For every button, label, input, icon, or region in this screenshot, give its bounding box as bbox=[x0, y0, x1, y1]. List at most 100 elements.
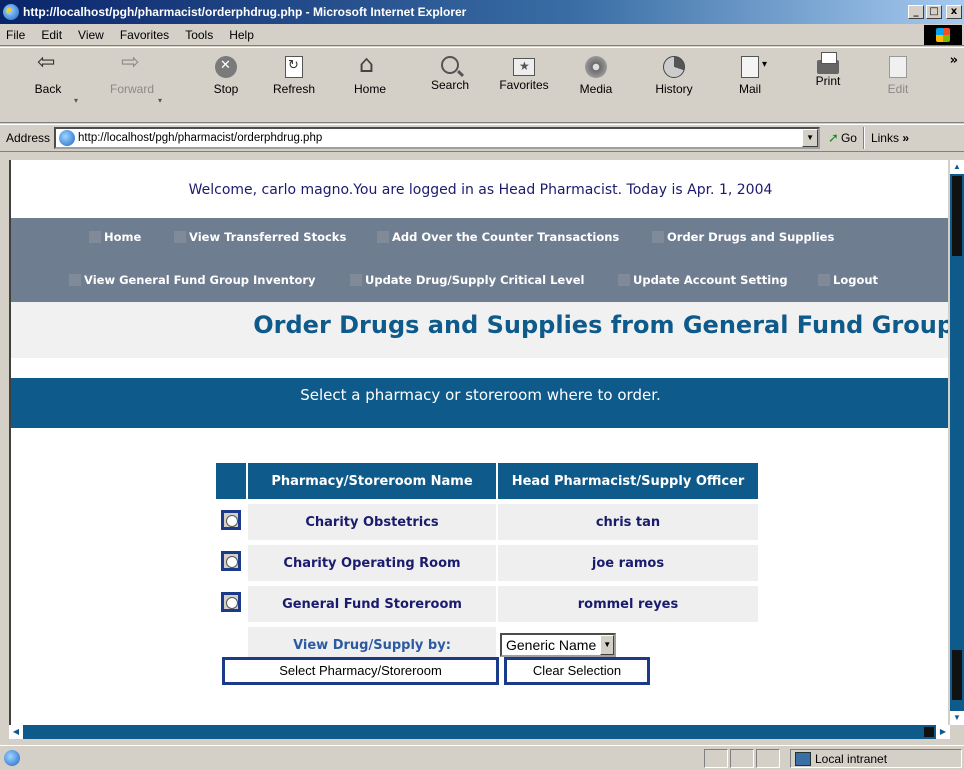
title-bar: http://localhost/pgh/pharmacist/orderphd… bbox=[0, 0, 964, 24]
table-row: Charity Operating Room joe ramos bbox=[216, 545, 758, 581]
close-button[interactable]: x bbox=[946, 5, 962, 19]
nav-logout[interactable]: Logout bbox=[818, 273, 878, 287]
nav-add-otc-transactions[interactable]: Add Over the Counter Transactions bbox=[377, 230, 619, 244]
window-controls: _ □ x bbox=[908, 5, 962, 19]
scroll-up-icon[interactable]: ▲ bbox=[950, 160, 964, 174]
history-button[interactable]: History bbox=[644, 52, 704, 120]
favorites-button[interactable]: Favorites bbox=[494, 52, 554, 120]
back-dropdown-icon[interactable]: ▾ bbox=[74, 96, 78, 105]
edit-button[interactable]: Edit bbox=[868, 52, 928, 120]
address-input[interactable]: http://localhost/pgh/pharmacist/orderphd… bbox=[54, 127, 821, 149]
scroll-left-icon[interactable]: ◀ bbox=[9, 725, 23, 739]
menu-favorites[interactable]: Favorites bbox=[112, 28, 177, 42]
back-button[interactable]: Back ▾ bbox=[18, 50, 78, 120]
refresh-label: Refresh bbox=[272, 82, 316, 96]
title-band: Order Drugs and Supplies from General Fu… bbox=[11, 302, 948, 358]
head-pharmacist-cell: joe ramos bbox=[496, 545, 758, 581]
print-button[interactable]: Print bbox=[798, 52, 858, 120]
stop-label: Stop bbox=[213, 82, 239, 96]
scroll-thumb[interactable] bbox=[952, 176, 962, 256]
pharmacy-table: Pharmacy/Storeroom Name Head Pharmacist/… bbox=[216, 458, 758, 668]
ie-logo-icon bbox=[3, 2, 19, 20]
horizontal-scrollbar[interactable]: ◀ ▶ bbox=[9, 725, 950, 739]
vertical-scrollbar[interactable]: ▲ ▼ bbox=[950, 160, 964, 725]
menu-tools[interactable]: Tools bbox=[177, 28, 221, 42]
view-by-value: Generic Name bbox=[506, 637, 597, 653]
nav-bullet-icon bbox=[618, 274, 630, 286]
minimize-button[interactable]: _ bbox=[908, 5, 924, 19]
nav-home[interactable]: Home bbox=[89, 230, 141, 244]
scroll-track-segment bbox=[952, 650, 962, 700]
nav-update-account[interactable]: Update Account Setting bbox=[618, 273, 788, 287]
table-row: General Fund Storeroom rommel reyes bbox=[216, 586, 758, 622]
window-title: http://localhost/pgh/pharmacist/orderphd… bbox=[23, 5, 467, 19]
address-dropdown-icon[interactable]: ▼ bbox=[802, 129, 819, 147]
menu-file[interactable]: File bbox=[0, 28, 33, 42]
search-button[interactable]: Search bbox=[420, 52, 480, 120]
address-label: Address bbox=[6, 131, 51, 145]
back-arrow-icon bbox=[37, 50, 59, 78]
status-page-icon bbox=[4, 750, 20, 766]
menu-edit[interactable]: Edit bbox=[33, 28, 70, 42]
page-content: Welcome, carlo magno.You are logged in a… bbox=[9, 160, 948, 725]
intranet-zone-icon bbox=[795, 751, 811, 766]
select-pharmacy-button[interactable]: Select Pharmacy/Storeroom bbox=[222, 657, 499, 685]
pharmacy-name-cell: Charity Operating Room bbox=[246, 545, 496, 581]
nav-bullet-icon bbox=[174, 231, 186, 243]
search-label: Search bbox=[430, 78, 470, 92]
head-pharmacist-cell: rommel reyes bbox=[496, 586, 758, 622]
links-label: Links bbox=[870, 131, 899, 145]
pharmacy-radio[interactable] bbox=[221, 592, 241, 612]
head-pharmacist-cell: chris tan bbox=[496, 504, 758, 540]
nav-bullet-icon bbox=[89, 231, 101, 243]
nav-order-drugs[interactable]: Order Drugs and Supplies bbox=[652, 230, 834, 244]
media-icon bbox=[585, 56, 607, 78]
view-by-select[interactable]: Generic Name ▼ bbox=[500, 633, 617, 657]
zone-label: Local intranet bbox=[815, 751, 888, 766]
status-pane bbox=[730, 749, 754, 768]
media-button[interactable]: Media bbox=[566, 52, 626, 120]
clear-selection-button[interactable]: Clear Selection bbox=[504, 657, 650, 685]
maximize-button[interactable]: □ bbox=[926, 5, 942, 19]
nav-bullet-icon bbox=[350, 274, 362, 286]
page-icon bbox=[59, 130, 76, 146]
stop-button[interactable]: Stop bbox=[196, 52, 256, 120]
toolbar-more-icon[interactable]: » bbox=[950, 53, 958, 68]
menu-view[interactable]: View bbox=[70, 28, 112, 42]
name-column-header: Pharmacy/Storeroom Name bbox=[246, 463, 496, 499]
status-pane bbox=[756, 749, 780, 768]
mail-button[interactable]: Mail bbox=[720, 52, 780, 120]
browser-window: http://localhost/pgh/pharmacist/orderphd… bbox=[0, 0, 964, 770]
links-button[interactable]: Links » bbox=[871, 131, 909, 145]
status-bar: Local intranet bbox=[0, 745, 964, 770]
nav-update-critical-label: Update Drug/Supply Critical Level bbox=[365, 273, 585, 287]
horizontal-scroll-thumb[interactable] bbox=[924, 727, 934, 737]
refresh-icon bbox=[285, 56, 303, 78]
home-button[interactable]: Home bbox=[340, 50, 400, 120]
nav-bullet-icon bbox=[818, 274, 830, 286]
mail-label: Mail bbox=[738, 82, 761, 96]
radio-cell bbox=[216, 545, 246, 581]
forward-dropdown-icon[interactable]: ▾ bbox=[158, 96, 162, 105]
pharmacy-radio[interactable] bbox=[221, 510, 241, 530]
radio-cell bbox=[216, 504, 246, 540]
welcome-message: Welcome, carlo magno.You are logged in a… bbox=[188, 182, 773, 198]
go-button[interactable]: ➚ Go bbox=[828, 131, 857, 146]
go-label: Go bbox=[840, 131, 857, 145]
nav-update-account-label: Update Account Setting bbox=[633, 273, 788, 287]
nav-order-drugs-label: Order Drugs and Supplies bbox=[667, 230, 835, 244]
nav-view-transferred-stocks[interactable]: View Transferred Stocks bbox=[174, 230, 346, 244]
menu-help[interactable]: Help bbox=[221, 28, 262, 42]
nav-view-gf-inventory[interactable]: View General Fund Group Inventory bbox=[69, 273, 316, 287]
pharmacy-radio[interactable] bbox=[221, 551, 241, 571]
refresh-button[interactable]: Refresh bbox=[264, 52, 324, 120]
forward-button[interactable]: Forward ▾ bbox=[102, 50, 162, 120]
pharmacy-name-cell: Charity Obstetrics bbox=[246, 504, 496, 540]
head-column-header: Head Pharmacist/Supply Officer bbox=[496, 463, 758, 499]
edit-icon bbox=[889, 56, 907, 78]
menu-bar: File Edit View Favorites Tools Help bbox=[0, 24, 964, 46]
nav-update-critical-level[interactable]: Update Drug/Supply Critical Level bbox=[350, 273, 584, 287]
scroll-down-icon[interactable]: ▼ bbox=[950, 711, 964, 725]
nav-view-gf-label: View General Fund Group Inventory bbox=[84, 273, 316, 287]
scroll-right-icon[interactable]: ▶ bbox=[936, 725, 950, 739]
